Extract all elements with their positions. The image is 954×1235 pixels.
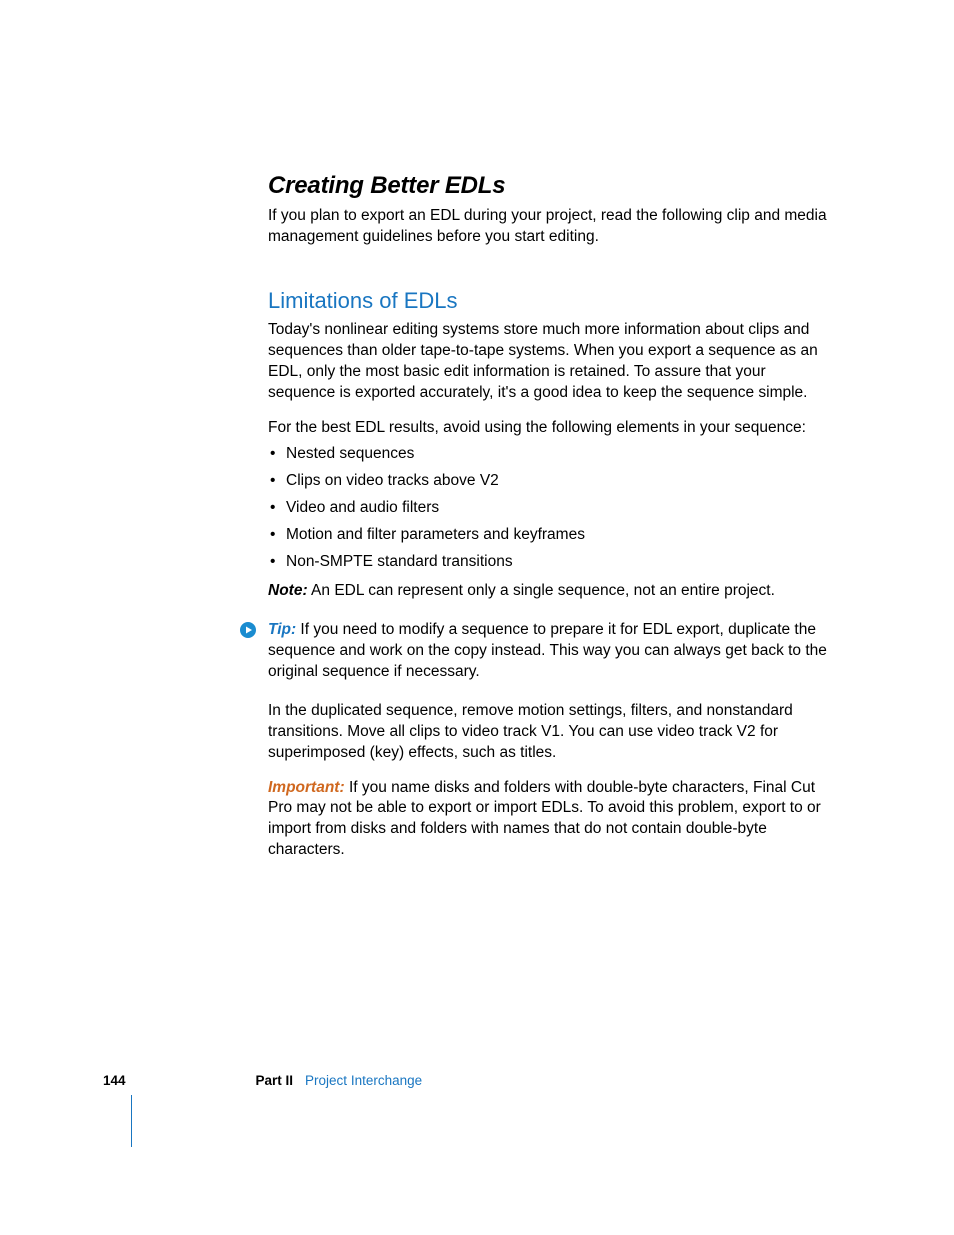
list-item: Video and audio filters bbox=[268, 498, 833, 519]
bullet-list: Nested sequences Clips on video tracks a… bbox=[268, 444, 833, 573]
note-label: Note: bbox=[268, 582, 308, 599]
part-label: Part II bbox=[256, 1073, 294, 1088]
body-paragraph: Today's nonlinear editing systems store … bbox=[268, 320, 833, 404]
tip-label: Tip: bbox=[268, 621, 296, 638]
document-page: Creating Better EDLs If you plan to expo… bbox=[0, 0, 954, 1235]
part-title: Project Interchange bbox=[305, 1073, 422, 1088]
tip-text: If you need to modify a sequence to prep… bbox=[268, 621, 827, 680]
play-icon bbox=[240, 622, 256, 638]
note-paragraph: Note: An EDL can represent only a single… bbox=[268, 581, 833, 602]
note-text: An EDL can represent only a single seque… bbox=[308, 582, 775, 599]
section-heading: Creating Better EDLs bbox=[268, 172, 833, 200]
list-item: Clips on video tracks above V2 bbox=[268, 471, 833, 492]
list-item: Non-SMPTE standard transitions bbox=[268, 552, 833, 573]
footer-rule bbox=[131, 1095, 132, 1147]
important-label: Important: bbox=[268, 779, 345, 796]
important-paragraph: Important: If you name disks and folders… bbox=[268, 778, 833, 862]
important-text: If you name disks and folders with doubl… bbox=[268, 779, 821, 859]
subsection-heading: Limitations of EDLs bbox=[268, 288, 833, 314]
page-footer: 144 Part II Project Interchange bbox=[103, 1073, 422, 1088]
section-intro: If you plan to export an EDL during your… bbox=[268, 206, 833, 248]
page-number: 144 bbox=[103, 1073, 126, 1088]
list-item: Nested sequences bbox=[268, 444, 833, 465]
tip-paragraph: Tip: If you need to modify a sequence to… bbox=[268, 620, 833, 683]
tip-block: Tip: If you need to modify a sequence to… bbox=[268, 620, 833, 683]
list-item: Motion and filter parameters and keyfram… bbox=[268, 525, 833, 546]
body-paragraph: In the duplicated sequence, remove motio… bbox=[268, 701, 833, 764]
list-intro: For the best EDL results, avoid using th… bbox=[268, 418, 833, 439]
content-area: Creating Better EDLs If you plan to expo… bbox=[268, 172, 833, 861]
